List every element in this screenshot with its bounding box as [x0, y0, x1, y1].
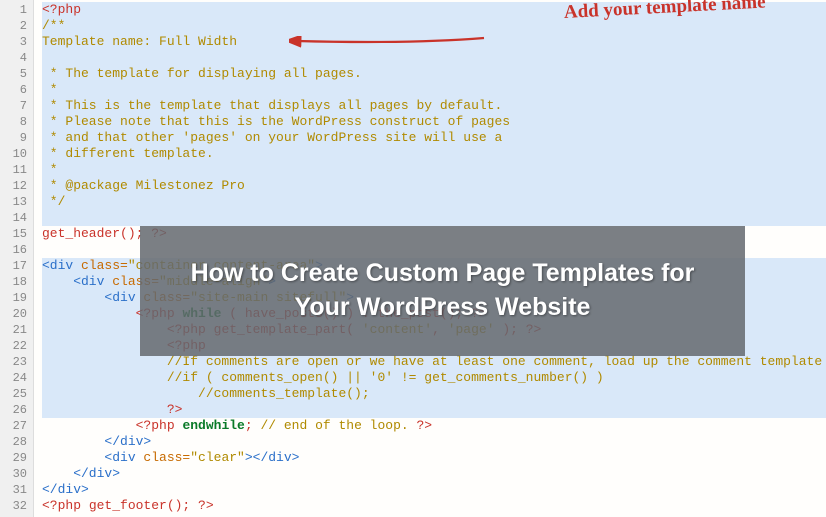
code-line [42, 210, 826, 226]
line-number: 25 [0, 386, 27, 402]
line-number: 11 [0, 162, 27, 178]
code-line: * @package Milestonez Pro [42, 178, 826, 194]
line-number: 27 [0, 418, 27, 434]
title-overlay: How to Create Custom Page Templates for … [140, 226, 745, 356]
line-number-gutter: 1234567891011121314151617181920212223242… [0, 0, 34, 517]
line-number: 31 [0, 482, 27, 498]
line-number: 12 [0, 178, 27, 194]
line-number: 13 [0, 194, 27, 210]
code-line: */ [42, 194, 826, 210]
code-line: * This is the template that displays all… [42, 98, 826, 114]
line-number: 16 [0, 242, 27, 258]
code-line: * The template for displaying all pages. [42, 66, 826, 82]
line-number: 9 [0, 130, 27, 146]
line-number: 20 [0, 306, 27, 322]
code-line: </div> [42, 434, 826, 450]
line-number: 22 [0, 338, 27, 354]
code-line: //comments_template(); [42, 386, 826, 402]
line-number: 6 [0, 82, 27, 98]
code-line: <div class="clear"></div> [42, 450, 826, 466]
code-line: <?php get_footer(); ?> [42, 498, 826, 514]
line-number: 14 [0, 210, 27, 226]
line-number: 7 [0, 98, 27, 114]
line-number: 4 [0, 50, 27, 66]
overlay-title: How to Create Custom Page Templates for … [170, 257, 715, 325]
code-line: Template name: Full Width [42, 34, 826, 50]
line-number: 2 [0, 18, 27, 34]
code-line: * different template. [42, 146, 826, 162]
line-number: 19 [0, 290, 27, 306]
line-number: 10 [0, 146, 27, 162]
line-number: 24 [0, 370, 27, 386]
code-line: /** [42, 18, 826, 34]
code-line: * [42, 82, 826, 98]
line-number: 32 [0, 498, 27, 514]
line-number: 15 [0, 226, 27, 242]
line-number: 29 [0, 450, 27, 466]
code-line: //If comments are open or we have at lea… [42, 354, 826, 370]
code-line: <?php endwhile; // end of the loop. ?> [42, 418, 826, 434]
line-number: 17 [0, 258, 27, 274]
code-line: //if ( comments_open() || '0' != get_com… [42, 370, 826, 386]
code-line: * Please note that this is the WordPress… [42, 114, 826, 130]
code-line: </div> [42, 482, 826, 498]
line-number: 26 [0, 402, 27, 418]
line-number: 5 [0, 66, 27, 82]
code-line: ?> [42, 402, 826, 418]
line-number: 18 [0, 274, 27, 290]
line-number: 23 [0, 354, 27, 370]
line-number: 28 [0, 434, 27, 450]
code-line: * [42, 162, 826, 178]
line-number: 1 [0, 2, 27, 18]
line-number: 8 [0, 114, 27, 130]
code-line: * and that other 'pages' on your WordPre… [42, 130, 826, 146]
line-number: 3 [0, 34, 27, 50]
code-line: </div> [42, 466, 826, 482]
line-number: 30 [0, 466, 27, 482]
line-number: 21 [0, 322, 27, 338]
code-line [42, 50, 826, 66]
